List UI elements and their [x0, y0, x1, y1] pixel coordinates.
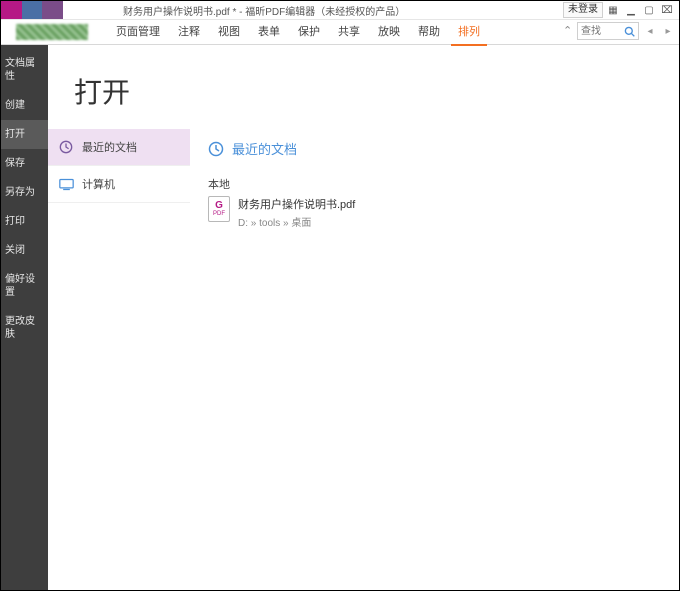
- menu-form[interactable]: 表单: [251, 20, 287, 44]
- sidebar-item-open[interactable]: 打开: [1, 120, 48, 149]
- next-result-icon[interactable]: ▸: [661, 24, 675, 38]
- clock-icon: [208, 141, 224, 157]
- menu-annotate[interactable]: 注释: [171, 20, 207, 44]
- detail-header: 最近的文档: [208, 139, 679, 158]
- maximize-button[interactable]: ▢: [641, 3, 657, 17]
- sidebar-item-close[interactable]: 关闭: [1, 236, 48, 265]
- ribbon-tools: ⌃ ◂ ▸: [563, 22, 675, 40]
- menu-protect[interactable]: 保护: [291, 20, 327, 44]
- main-panel: 打开 最近的文档 计算机: [48, 45, 679, 590]
- clock-icon: [58, 139, 74, 155]
- menu-view[interactable]: 视图: [211, 20, 247, 44]
- source-recent[interactable]: 最近的文档: [48, 129, 190, 166]
- sidebar-item-preferences[interactable]: 偏好设置: [1, 265, 48, 307]
- minimize-button[interactable]: ▁: [623, 3, 639, 17]
- close-window-button[interactable]: ⌧: [659, 3, 675, 17]
- open-content: 最近的文档 计算机 最近的文档: [48, 129, 679, 229]
- menu-slideshow[interactable]: 放映: [371, 20, 407, 44]
- window-controls: 未登录 ▦ ▁ ▢ ⌧: [563, 2, 675, 18]
- sidebar-item-doc-props[interactable]: 文档属性: [1, 49, 48, 91]
- window-title: 财务用户操作说明书.pdf * - 福昕PDF编辑器（未经授权的产品）: [123, 3, 405, 18]
- search-box: [577, 22, 639, 40]
- file-text: 财务用户操作说明书.pdf D: » tools » 桌面: [238, 196, 355, 229]
- source-computer[interactable]: 计算机: [48, 166, 190, 203]
- detail-header-label: 最近的文档: [232, 139, 297, 158]
- source-recent-label: 最近的文档: [82, 139, 137, 155]
- sidebar-item-save[interactable]: 保存: [1, 149, 48, 178]
- sidebar: 文档属性 创建 打开 保存 另存为 打印 关闭 偏好设置 更改皮肤: [1, 45, 48, 590]
- chevron-up-icon[interactable]: ⌃: [563, 24, 573, 38]
- file-name: 财务用户操作说明书.pdf: [238, 196, 355, 212]
- menu-tabs: 页面管理 注释 视图 表单 保护 共享 放映 帮助 排列: [109, 20, 487, 44]
- source-computer-label: 计算机: [82, 176, 115, 192]
- pdf-file-icon: GPDF: [208, 196, 230, 222]
- sidebar-item-create[interactable]: 创建: [1, 91, 48, 120]
- menu-help[interactable]: 帮助: [411, 20, 447, 44]
- menu-bar: 页面管理 注释 视图 表单 保护 共享 放映 帮助 排列 ⌃ ◂ ▸: [1, 20, 679, 45]
- search-input[interactable]: [578, 24, 620, 38]
- login-button[interactable]: 未登录: [563, 2, 603, 18]
- source-list: 最近的文档 计算机: [48, 129, 190, 203]
- menu-share[interactable]: 共享: [331, 20, 367, 44]
- prev-result-icon[interactable]: ◂: [643, 24, 657, 38]
- file-path: D: » tools » 桌面: [238, 214, 355, 229]
- sidebar-item-skin[interactable]: 更改皮肤: [1, 307, 48, 349]
- app-icon: [1, 1, 63, 19]
- search-icon[interactable]: [620, 23, 638, 39]
- title-bar: 财务用户操作说明书.pdf * - 福昕PDF编辑器（未经授权的产品） 未登录 …: [1, 1, 679, 20]
- menu-arrange[interactable]: 排列: [451, 20, 487, 46]
- app-window: 财务用户操作说明书.pdf * - 福昕PDF编辑器（未经授权的产品） 未登录 …: [0, 0, 680, 591]
- layout-icon[interactable]: ▦: [605, 3, 621, 17]
- sidebar-item-print[interactable]: 打印: [1, 207, 48, 236]
- recent-file-item[interactable]: GPDF 财务用户操作说明书.pdf D: » tools » 桌面: [208, 196, 679, 229]
- sidebar-item-save-as[interactable]: 另存为: [1, 178, 48, 207]
- page-title: 打开: [74, 71, 679, 111]
- body: 文档属性 创建 打开 保存 另存为 打印 关闭 偏好设置 更改皮肤 打开 最近的…: [1, 45, 679, 590]
- menu-page-manage[interactable]: 页面管理: [109, 20, 167, 44]
- section-local-label: 本地: [208, 176, 679, 192]
- detail-column: 最近的文档 本地 GPDF 财务用户操作说明书.pdf D: » tools »…: [190, 129, 679, 229]
- computer-icon: [58, 176, 74, 192]
- brand-logo: [1, 20, 103, 44]
